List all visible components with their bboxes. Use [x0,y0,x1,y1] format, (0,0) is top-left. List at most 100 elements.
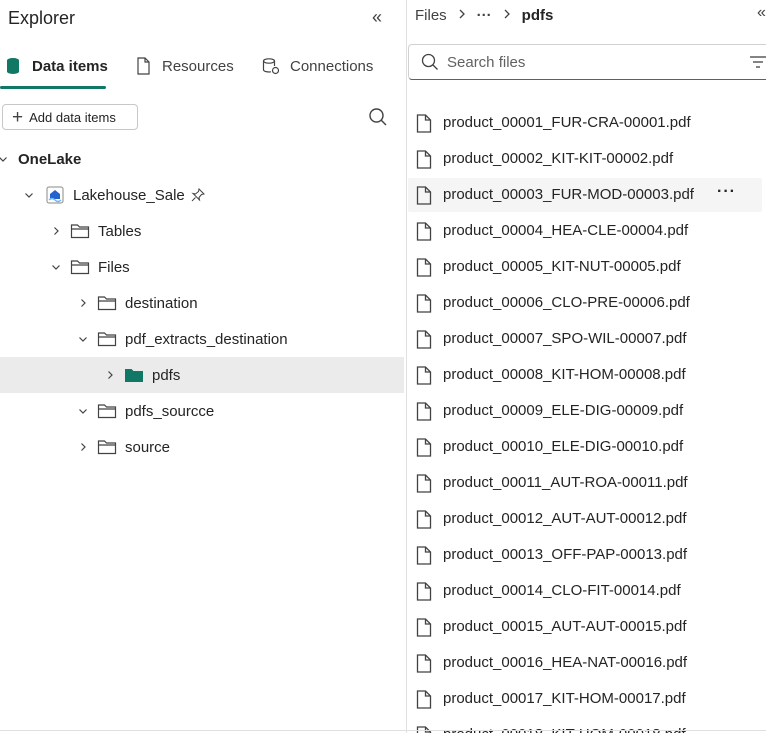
tree-item-label: pdfs [152,366,181,384]
tree-item-lakehouse-sale[interactable]: Lakehouse_Sale [0,177,404,213]
bottom-border [0,730,766,731]
tab-connections[interactable]: Connections [262,46,373,86]
chevron-right-icon [502,7,512,24]
folder-icon [97,438,117,456]
file-icon [416,474,432,493]
file-name: product_00003_FUR-MOD-00003.pdf [443,186,694,203]
file-row[interactable]: product_00015_AUT-AUT-00015.pdf [408,610,762,644]
file-name: product_00010_ELE-DIG-00010.pdf [443,438,684,455]
search-icon[interactable] [368,107,388,127]
tree-item-source[interactable]: source [0,429,404,465]
folder-filled-icon [124,366,144,384]
chevron-right-icon[interactable] [103,368,117,382]
collapse-explorer-button[interactable]: « [368,8,386,26]
document-icon [134,56,152,76]
file-icon [416,654,432,673]
tree-item-files[interactable]: Files [0,249,404,285]
plus-icon: + [12,106,24,128]
file-icon [416,114,432,133]
folder-icon [97,330,117,348]
breadcrumb-overflow[interactable]: ··· [477,7,492,24]
file-icon [416,510,432,529]
filter-icon[interactable] [749,55,766,69]
file-name: product_00017_KIT-HOM-00017.pdf [443,690,686,707]
file-name: product_00004_HEA-CLE-00004.pdf [443,222,689,239]
tree-item-onelake[interactable]: OneLake [0,141,404,177]
tree-item-label: destination [125,294,198,312]
file-row[interactable]: product_00002_KIT-KIT-00002.pdf [408,142,762,176]
file-icon [416,186,432,205]
file-name: product_00013_OFF-PAP-00013.pdf [443,546,688,563]
breadcrumb-files[interactable]: Files [415,7,447,24]
chevron-down-icon[interactable] [0,152,10,166]
tree-item-label: pdf_extracts_destination [125,330,288,348]
tree-item-label: OneLake [18,150,82,168]
file-icon [416,222,432,241]
file-row[interactable]: product_00004_HEA-CLE-00004.pdf [408,214,762,248]
tree-item-label: source [125,438,171,456]
file-icon [416,438,432,457]
file-row[interactable]: product_00009_ELE-DIG-00009.pdf [408,394,762,428]
chevron-down-icon[interactable] [22,188,36,202]
file-icon [416,150,432,169]
tab-label: Connections [290,57,374,75]
file-icon [416,330,432,349]
file-row[interactable]: product_00017_KIT-HOM-00017.pdf [408,682,762,716]
file-name: product_00007_SPO-WIL-00007.pdf [443,330,687,347]
file-name: product_00002_KIT-KIT-00002.pdf [443,150,674,167]
file-row[interactable]: product_00007_SPO-WIL-00007.pdf [408,322,762,356]
file-name: product_00006_CLO-PRE-00006.pdf [443,294,690,311]
folder-icon [97,402,117,420]
tab-resources[interactable]: Resources [134,46,234,86]
explorer-title: Explorer [8,8,76,28]
search-icon [421,53,439,71]
tab-label: Resources [162,57,234,75]
collapse-files-button[interactable]: « [757,4,766,22]
tree-item-destination[interactable]: destination [0,285,404,321]
file-row[interactable]: product_00001_FUR-CRA-00001.pdf [408,106,762,140]
tree-item-label: Files [98,258,130,276]
file-name: product_00016_HEA-NAT-00016.pdf [443,654,688,671]
explorer-pane: Explorer « Data items Resources Connecti… [0,0,406,733]
tree-item-pdf-extracts-destination[interactable]: pdf_extracts_destination [0,321,404,357]
tree-item-tables[interactable]: Tables [0,213,404,249]
tree-item-pdfs[interactable]: pdfs [0,357,404,393]
more-options-icon[interactable]: ··· [717,183,736,201]
chevron-down-icon[interactable] [49,260,63,274]
file-row[interactable]: product_00006_CLO-PRE-00006.pdf [408,286,762,320]
search-files-placeholder: Search files [447,53,526,71]
file-row[interactable]: product_00011_AUT-ROA-00011.pdf [408,466,762,500]
breadcrumb: Files ··· pdfs [415,4,553,26]
file-name: product_00001_FUR-CRA-00001.pdf [443,114,691,131]
search-files-input[interactable]: Search files [408,44,766,80]
file-icon [416,402,432,421]
file-row[interactable]: product_00003_FUR-MOD-00003.pdf ··· [408,178,762,212]
file-name: product_00014_CLO-FIT-00014.pdf [443,582,681,599]
files-pane: Files ··· pdfs « Search files product_00… [407,0,766,733]
file-row[interactable]: product_00016_HEA-NAT-00016.pdf [408,646,762,680]
file-name: product_00012_AUT-AUT-00012.pdf [443,510,687,527]
tree-item-label: Lakehouse_Sale [73,186,185,204]
chevron-right-icon[interactable] [76,440,90,454]
pin-icon[interactable] [191,188,205,202]
breadcrumb-current: pdfs [521,6,554,24]
file-row[interactable]: product_00008_KIT-HOM-00008.pdf [408,358,762,392]
chevron-down-icon[interactable] [76,332,90,346]
file-name: product_00009_ELE-DIG-00009.pdf [443,402,684,419]
add-data-items-button[interactable]: + Add data items [2,104,138,130]
file-row[interactable]: product_00014_CLO-FIT-00014.pdf [408,574,762,608]
chevron-down-icon[interactable] [76,404,90,418]
tree-item-pdfs-sourcce[interactable]: pdfs_sourcce [0,393,404,429]
file-row[interactable]: product_00012_AUT-AUT-00012.pdf [408,502,762,536]
file-icon [416,258,432,277]
file-row[interactable]: product_00010_ELE-DIG-00010.pdf [408,430,762,464]
file-icon [416,366,432,385]
file-name: product_00015_AUT-AUT-00015.pdf [443,618,687,635]
file-row[interactable]: product_00005_KIT-NUT-00005.pdf [408,250,762,284]
connection-icon [262,56,280,76]
chevron-right-icon[interactable] [49,224,63,238]
folder-icon [70,222,90,240]
file-row[interactable]: product_00013_OFF-PAP-00013.pdf [408,538,762,572]
tab-data-items[interactable]: Data items [4,46,108,86]
chevron-right-icon[interactable] [76,296,90,310]
